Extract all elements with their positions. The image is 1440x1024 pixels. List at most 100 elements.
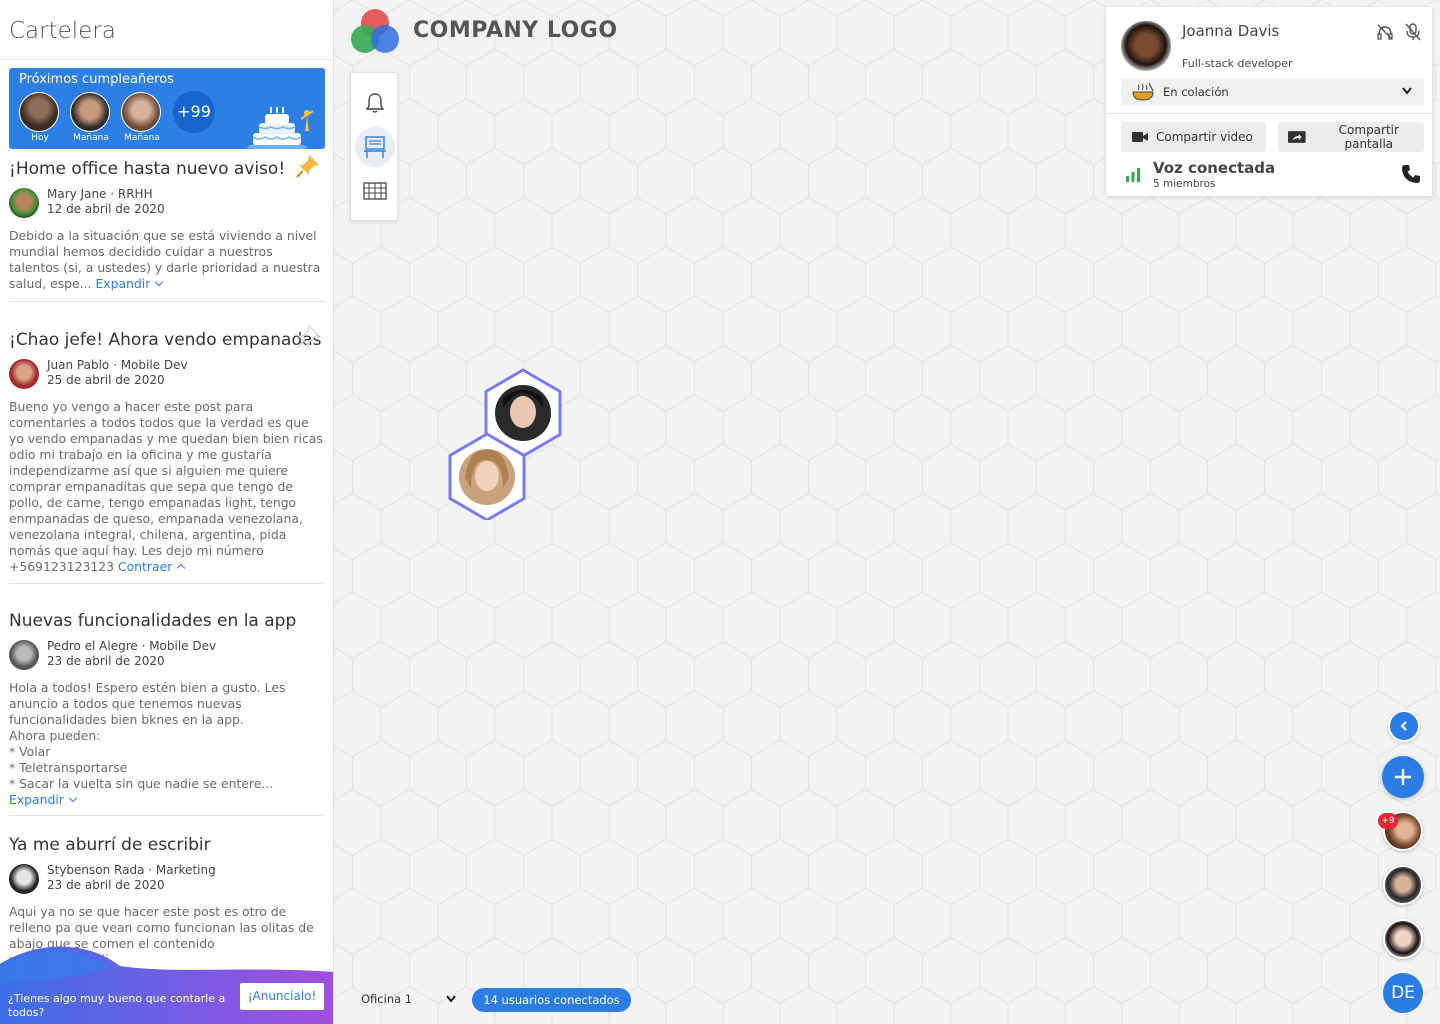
- avatar: [9, 188, 39, 218]
- voice-members: 5 miembros: [1153, 178, 1216, 190]
- pin-icon[interactable]: [293, 151, 323, 181]
- post-meta: Pedro el Alegre · Mobile Dev 23 de abril…: [9, 639, 325, 671]
- post: Nuevas funcionalidades en la app Pedro e…: [9, 611, 325, 808]
- divider: [9, 583, 325, 584]
- post-date: 12 de abril de 2020: [47, 202, 165, 216]
- post-date: 23 de abril de 2020: [47, 878, 165, 892]
- lunch-bowl-icon: [1132, 82, 1154, 101]
- signal-icon: [1126, 168, 1140, 182]
- chevron-down-icon: [1402, 87, 1412, 95]
- status-select[interactable]: En colación: [1121, 79, 1424, 105]
- post-meta: Mary Jane · RRHH 12 de abril de 2020: [9, 187, 325, 219]
- post-meta: Juan Pablo · Mobile Dev 25 de abril de 2…: [9, 358, 325, 390]
- desk-view-button[interactable]: [355, 127, 395, 167]
- map-toolbar: [350, 72, 398, 221]
- office-map[interactable]: COMPANY LOGO Joanna Davis Full-stack dev…: [334, 0, 1440, 1024]
- share-screen-button[interactable]: Compartir pantalla: [1278, 122, 1424, 152]
- chevron-down-icon: [446, 995, 456, 1003]
- avatar[interactable]: [1121, 21, 1171, 71]
- announce-text: ¿Tienes algo muy bueno que contarle a to…: [8, 992, 226, 1019]
- post-title: ¡Chao jefe! Ahora vendo empanadas: [9, 330, 322, 350]
- avatar: [19, 92, 59, 132]
- notification-badge: +9: [1378, 813, 1398, 829]
- cake-illustration-icon: [247, 107, 314, 149]
- avatar: [9, 640, 39, 670]
- birthday-label: Mañana: [73, 133, 109, 143]
- voice-status-title: Voz conectada: [1153, 159, 1276, 177]
- bell-icon: [365, 93, 385, 113]
- announce-button[interactable]: ¡Anuncialo!: [240, 983, 324, 1010]
- profile-name: Joanna Davis: [1182, 22, 1280, 40]
- my-avatar-button[interactable]: DE: [1383, 973, 1423, 1013]
- post: ¡Home office hasta nuevo aviso! Mary Jan…: [9, 155, 325, 292]
- post-author: Juan Pablo · Mobile Dev: [47, 358, 188, 372]
- expand-link[interactable]: Expandir: [95, 276, 150, 291]
- announce-banner: ¿Tienes algo muy bueno que contarle a to…: [0, 944, 333, 1024]
- online-user-avatar[interactable]: [1383, 865, 1423, 905]
- birthday-label: Mañana: [124, 133, 160, 143]
- office-label: Oficina 1: [361, 992, 413, 1006]
- post-date: 23 de abril de 2020: [47, 654, 165, 668]
- birthday-title: Próximos cumpleañeros: [19, 72, 174, 87]
- company-logo-text: COMPANY LOGO: [413, 18, 618, 43]
- office-select[interactable]: Oficina 1: [360, 988, 456, 1012]
- floor-map-button[interactable]: [355, 171, 395, 211]
- post-text: Debido a la situación que se está vivien…: [9, 228, 321, 291]
- mic-off-icon[interactable]: [1405, 23, 1421, 41]
- chevron-down-icon[interactable]: [68, 793, 78, 803]
- chevron-down-icon[interactable]: [155, 277, 164, 287]
- add-button[interactable]: [1382, 756, 1424, 798]
- birthday-person[interactable]: Hoy: [19, 92, 61, 143]
- post-body: Bueno yo vengo a hacer este post para co…: [9, 399, 325, 575]
- post-body: Hola a todos! Espero estén bien a gusto.…: [9, 680, 325, 808]
- sidebar-title: Cartelera: [9, 18, 116, 44]
- plus-icon: [1395, 769, 1411, 785]
- notifications-button[interactable]: [355, 83, 395, 123]
- share-video-label: Compartir video: [1156, 130, 1253, 144]
- mute-headphones-icon[interactable]: [1376, 23, 1394, 41]
- post-title: Nuevas funcionalidades en la app: [9, 611, 297, 631]
- birthday-banner[interactable]: Próximos cumpleañeros Hoy Mañana Mañana …: [9, 68, 325, 149]
- chevron-left-icon: [1400, 721, 1407, 731]
- post-text: Bueno yo vengo a hacer este post para co…: [9, 399, 323, 574]
- screen-share-icon: [1288, 131, 1306, 143]
- divider: [0, 59, 333, 60]
- pin-icon[interactable]: [293, 322, 323, 352]
- video-camera-icon: [1132, 132, 1148, 142]
- birthday-person[interactable]: Mañana: [121, 92, 163, 143]
- status-label: En colación: [1163, 85, 1229, 99]
- share-video-button[interactable]: Compartir video: [1121, 122, 1266, 152]
- more-birthdays-button[interactable]: +99: [173, 91, 215, 133]
- post-meta: Stybenson Rada · Marketing 23 de abril d…: [9, 863, 325, 895]
- avatar: [9, 864, 39, 894]
- collapse-link[interactable]: Contraer: [118, 559, 172, 574]
- bulletin-sidebar: Cartelera Próximos cumpleañeros Hoy Maña…: [0, 0, 334, 1024]
- birthday-person[interactable]: Mañana: [70, 92, 112, 143]
- phone-icon[interactable]: [1401, 164, 1421, 184]
- desk-icon: [364, 136, 386, 158]
- post-title: ¡Home office hasta nuevo aviso!: [9, 159, 286, 179]
- avatar: [121, 92, 161, 132]
- user-cluster[interactable]: [447, 368, 567, 520]
- collapse-panel-button[interactable]: [1388, 710, 1420, 742]
- post-text: Hola a todos! Espero estén bien a gusto.…: [9, 680, 286, 791]
- avatar: [9, 359, 39, 389]
- company-logo-icon: [351, 9, 399, 53]
- chevron-up-icon[interactable]: [177, 563, 186, 573]
- divider: [1106, 113, 1432, 114]
- post-date: 25 de abril de 2020: [47, 373, 165, 387]
- grid-map-icon: [363, 182, 387, 200]
- connected-users-badge[interactable]: 14 usuarios conectados: [472, 988, 631, 1012]
- expand-link[interactable]: Expandir: [9, 792, 64, 807]
- post-author: Pedro el Alegre · Mobile Dev: [47, 639, 217, 653]
- post: ¡Chao jefe! Ahora vendo empanadas Juan P…: [9, 324, 325, 575]
- profile-card: Joanna Davis Full-stack developer En col…: [1106, 7, 1432, 196]
- online-user-avatar[interactable]: [1383, 919, 1423, 959]
- avatar: [70, 92, 110, 132]
- post-title: Ya me aburrí de escribir: [9, 835, 211, 855]
- profile-role: Full-stack developer: [1182, 57, 1293, 70]
- share-screen-label: Compartir pantalla: [1338, 123, 1399, 151]
- post-author: Mary Jane · RRHH: [47, 187, 153, 201]
- post-body: Debido a la situación que se está vivien…: [9, 228, 325, 292]
- post-author: Stybenson Rada · Marketing: [47, 863, 216, 877]
